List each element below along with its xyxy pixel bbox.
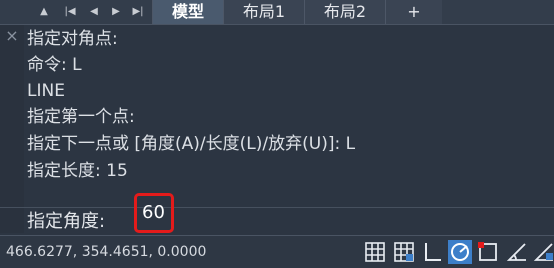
prev-tab-icon[interactable]: ◀	[84, 3, 104, 21]
last-tab-icon[interactable]: ▶|	[128, 3, 148, 21]
command-input-value[interactable]: 60	[142, 201, 165, 225]
history-line: 指定第一个点:	[27, 107, 135, 127]
object-snap-icon[interactable]	[476, 240, 500, 264]
command-window-gutter: ×	[0, 25, 24, 233]
status-bar: 466.6277, 354.4651, 0.0000	[0, 235, 554, 268]
command-prompt-label: 指定角度:	[27, 211, 106, 232]
scroll-up-icon[interactable]: ▲	[34, 3, 54, 21]
history-line: 指定下一点或 [角度(A)/长度(L)/放弃(U)]: L	[27, 134, 356, 154]
ortho-icon[interactable]	[421, 240, 445, 264]
grid-icon[interactable]	[363, 240, 387, 264]
add-layout-tab-button[interactable]: +	[385, 0, 442, 24]
next-tab-icon[interactable]: ▶	[106, 3, 126, 21]
tab-layout2[interactable]: 布局2	[304, 0, 385, 24]
history-line: 指定长度: 15	[27, 161, 128, 181]
angle-track-icon[interactable]	[532, 240, 554, 264]
polar-icon[interactable]	[448, 240, 472, 264]
tab-model[interactable]: 模型	[152, 0, 223, 24]
history-line: LINE	[27, 81, 65, 101]
close-icon[interactable]: ×	[4, 28, 20, 44]
first-tab-icon[interactable]: |◀	[60, 3, 80, 21]
history-line: 指定对角点:	[27, 29, 118, 49]
layout-tab-bar: ▲ |◀ ◀ ▶ ▶| 模型 布局1 布局2 +	[0, 0, 554, 25]
snap-grid-icon[interactable]	[392, 240, 416, 264]
angle-icon[interactable]	[505, 240, 529, 264]
coordinate-readout: 466.6277, 354.4651, 0.0000	[6, 244, 207, 260]
history-line: 命令: L	[27, 55, 82, 75]
tab-layout1[interactable]: 布局1	[223, 0, 304, 24]
command-window: × 指定对角点: 命令: L LINE 指定第一个点: 指定下一点或 [角度(A…	[0, 25, 554, 233]
